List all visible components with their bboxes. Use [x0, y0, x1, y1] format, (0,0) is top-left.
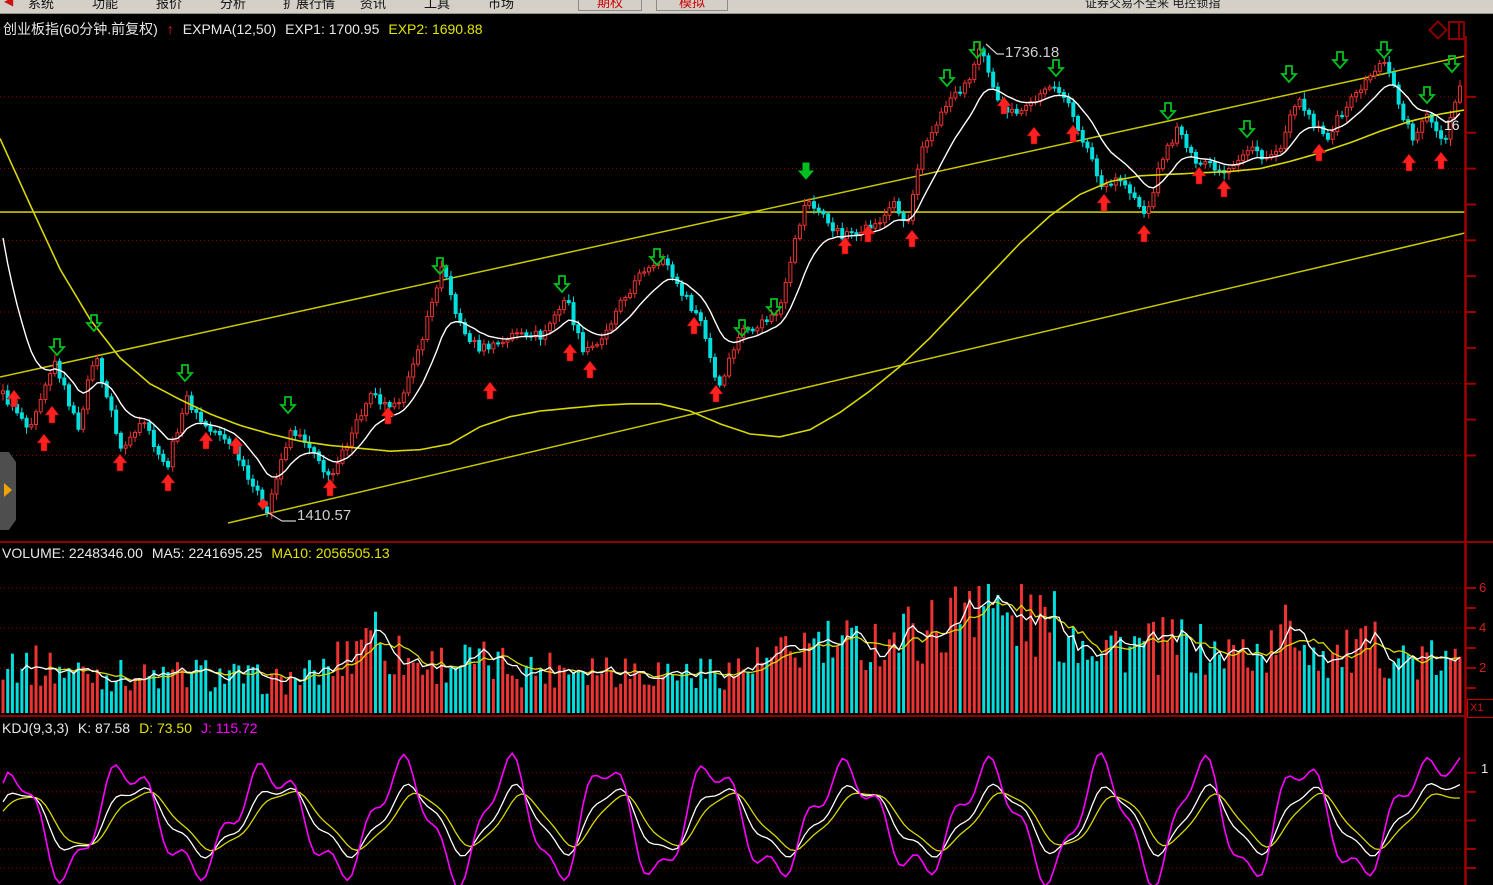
symbol-title: 创业板指(60分钟.前复权) — [3, 21, 158, 37]
chart-canvas[interactable] — [0, 0, 1493, 885]
volume-axis-label-6: 6 — [1479, 580, 1486, 595]
window-icon-divider — [1458, 23, 1460, 38]
volume-multiplier-box[interactable]: X1 — [1467, 699, 1493, 718]
kdj-header: KDJ(9,3,3) K: 87.58 D: 73.50 J: 115.72 — [2, 720, 267, 736]
last-price-label: 16 — [1444, 117, 1460, 133]
kdj-k-value: K: 87.58 — [78, 720, 130, 736]
volume-axis-label-2: 2 — [1479, 660, 1486, 675]
expand-arrow-icon — [4, 483, 12, 497]
kdj-axis-label: 1 — [1481, 761, 1488, 776]
volume-ma5-value: MA5: 2241695.25 — [152, 545, 263, 561]
sidebar-expand-handle[interactable] — [0, 452, 16, 530]
volume-ma10-value: MA10: 2056505.13 — [271, 545, 389, 561]
kdj-d-value: D: 73.50 — [139, 720, 192, 736]
volume-axis-label-4: 4 — [1479, 620, 1486, 635]
main-chart-header: 创业板指(60分钟.前复权) ↑ EXPMA(12,50) EXP1: 1700.95… — [3, 19, 492, 39]
up-arrow-icon: ↑ — [167, 21, 174, 37]
volume-value: VOLUME: 2248346.00 — [2, 545, 143, 561]
high-price-annotation: 1736.18 — [1005, 44, 1059, 61]
window-icon[interactable] — [1448, 21, 1465, 40]
volume-header: VOLUME: 2248346.00 MA5: 2241695.25 MA10: 2… — [2, 545, 399, 561]
exp1-value: EXP1: 1700.95 — [285, 21, 379, 37]
trading-app-window: ◀ 系统功能报价分析扩展行情资讯工具市场 期权模拟 证券交易不全来 电控锁指 创… — [0, 0, 1493, 885]
exp2-value: EXP2: 1690.88 — [388, 21, 482, 37]
indicator-name[interactable]: EXPMA(12,50) — [183, 21, 276, 37]
kdj-j-value: J: 115.72 — [201, 720, 258, 736]
kdj-indicator-name[interactable]: KDJ(9,3,3) — [2, 720, 69, 736]
low-price-annotation: 1410.57 — [297, 507, 351, 524]
